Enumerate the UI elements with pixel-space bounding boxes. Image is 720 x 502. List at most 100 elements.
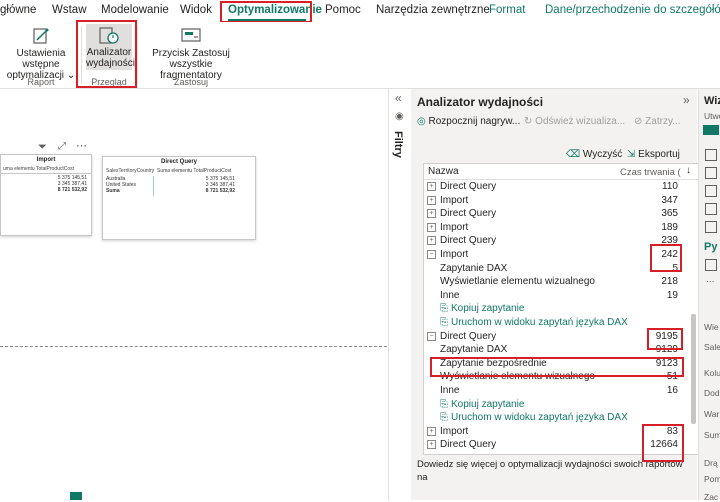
field-chip[interactable]: Sale — [704, 342, 720, 352]
duration-value: 12664 — [650, 439, 678, 451]
table-icon[interactable] — [705, 203, 717, 215]
list-item[interactable]: − Import 242 — [424, 248, 684, 262]
drillthrough-option[interactable]: Zac — [704, 492, 718, 502]
direct-query-table-visual[interactable]: Direct Query SalesTerritoryCountry Suma … — [102, 156, 256, 240]
build-visual-label: Utwó — [704, 111, 720, 121]
tab-help[interactable]: Pomoc — [325, 4, 361, 16]
eye-icon[interactable]: ◉ — [395, 111, 404, 122]
duration-value: 110 — [662, 181, 678, 192]
expand-icon[interactable]: + — [427, 440, 436, 450]
optimization-presets-button[interactable]: Ustawienia wstępne optymalizacji ⌄ — [2, 26, 80, 81]
list-item[interactable]: Zapytanie bezpośrednie 9123 — [424, 357, 684, 371]
table-total-label: Suma — [106, 188, 120, 194]
duration-value: 83 — [666, 425, 678, 437]
list-item[interactable]: ⎘ Kopiuj zapytanie — [424, 398, 684, 412]
collapse-icon[interactable]: − — [427, 250, 436, 259]
ribbon-tabs: główne Wstaw Modelowanie Widok Optymaliz… — [0, 0, 720, 22]
visual-icon[interactable] — [705, 259, 717, 271]
apply-all-slicers-button[interactable]: Przycisk Zastosuj wszystkie fragmentator… — [140, 26, 242, 81]
list-item[interactable]: Inne 16 — [424, 384, 684, 398]
action-link[interactable]: Kopiuj zapytanie — [451, 303, 524, 314]
python-visual-icon[interactable]: Py — [704, 241, 717, 253]
list-item[interactable]: + Direct Query 12664 — [424, 438, 684, 452]
area-chart-icon[interactable] — [705, 185, 717, 197]
filters-label[interactable]: Filtry — [392, 131, 404, 158]
collapse-icon[interactable]: − — [427, 331, 436, 341]
expand-icon[interactable]: + — [427, 236, 436, 246]
list-item[interactable]: Inne 19 — [424, 289, 684, 303]
header-divider — [1, 173, 91, 174]
copy-icon: ⎘ — [440, 412, 448, 424]
performance-analyzer-button[interactable]: Analizator wydajności — [86, 24, 135, 70]
filter-icon[interactable]: ⏷ — [38, 141, 47, 154]
list-item[interactable]: Wyświetlanie elementu wizualnego 51 — [424, 370, 684, 384]
collapse-chevron-icon[interactable]: » — [683, 93, 690, 107]
list-item[interactable]: Zapytanie DAX 5 — [424, 262, 684, 276]
list-item[interactable]: + Import 347 — [424, 194, 684, 208]
refresh-visuals-button[interactable]: ↻ Odśwież wizualiza... — [524, 116, 625, 127]
sum-field-chip[interactable]: Sum — [704, 430, 720, 440]
list-item[interactable]: ⎘ Kopiuj zapytanie — [424, 302, 684, 316]
page-tab-indicator[interactable] — [70, 492, 82, 500]
tab-external-tools[interactable]: Narzędzia zewnętrzne — [376, 4, 490, 16]
stop-button[interactable]: ⊘ Zatrzy... — [634, 116, 681, 127]
tab-format[interactable]: Format — [489, 4, 525, 16]
matrix-icon[interactable] — [705, 221, 717, 233]
more-options-icon[interactable]: ⋯ — [76, 139, 87, 152]
expand-icon[interactable]: + — [427, 182, 436, 191]
list-item[interactable]: + Direct Query 110 — [424, 180, 684, 194]
filters-pane-collapsed[interactable]: « ◉ Filtry — [388, 89, 412, 500]
tab-insert[interactable]: Wstaw — [52, 4, 87, 16]
list-item[interactable]: Zapytanie DAX 9129 — [424, 343, 684, 357]
bar-chart-icon[interactable] — [705, 149, 717, 161]
line-chart-icon[interactable] — [705, 167, 717, 179]
list-item[interactable]: Wyświetlanie elementu wizualnego 218 — [424, 275, 684, 289]
ribbon-separator — [137, 26, 138, 84]
viz-pane-title: Wiz — [704, 95, 720, 107]
copy-icon: ⎘ — [440, 303, 448, 315]
tab-home[interactable]: główne — [0, 4, 36, 16]
more-visuals-icon[interactable]: ⋯ — [706, 276, 715, 287]
list-item[interactable]: + Import 189 — [424, 221, 684, 235]
column-header: uma elementu TotalProductCost — [3, 166, 75, 172]
list-item[interactable]: ⎘ Uruchom w widoku zapytań języka DAX — [424, 411, 684, 425]
drillthrough-label: Drą — [704, 458, 718, 468]
scrollbar-thumb[interactable] — [691, 314, 696, 424]
action-link[interactable]: Uruchom w widoku zapytań języka DAX — [451, 412, 628, 423]
list-item[interactable]: + Import 83 — [424, 425, 684, 439]
apply-all-line1: Przycisk Zastosuj wszystkie — [152, 48, 230, 70]
export-button[interactable]: ⇲ Eksportuj — [627, 149, 680, 160]
duration-value: 189 — [661, 221, 678, 233]
focus-mode-icon[interactable]: ⤢ — [58, 141, 66, 152]
column-duration-header[interactable]: Czas trwania ( — [620, 167, 681, 178]
report-canvas[interactable]: ⏷ ⤢ ⋯ Import uma elementu TotalProductCo… — [0, 89, 387, 500]
start-recording-button[interactable]: ◎ Rozpocznij nagryw... — [417, 116, 520, 127]
action-link[interactable]: Kopiuj zapytanie — [451, 399, 524, 410]
active-tab-indicator — [228, 19, 306, 21]
expand-icon[interactable]: + — [427, 209, 436, 219]
expand-icon[interactable]: + — [427, 426, 436, 436]
build-visual-tab[interactable] — [703, 125, 719, 135]
expand-icon[interactable]: + — [427, 195, 436, 205]
drillthrough-option[interactable]: Pom — [704, 474, 720, 484]
tab-modeling[interactable]: Modelowanie — [101, 4, 169, 16]
tab-view[interactable]: Widok — [180, 4, 212, 16]
add-field-label[interactable]: Dod — [704, 388, 720, 398]
action-link[interactable]: Uruchom w widoku zapytań języka DAX — [451, 317, 628, 328]
list-item[interactable]: + Direct Query 239 — [424, 234, 684, 248]
column-name-header[interactable]: Nazwa — [428, 166, 459, 177]
list-header: Nazwa Czas trwania ( ↓ — [424, 164, 698, 180]
expand-chevron-icon[interactable]: « — [395, 91, 402, 105]
expand-icon[interactable]: + — [427, 222, 436, 232]
results-list[interactable]: Nazwa Czas trwania ( ↓ + Direct Query 110 +… — [423, 163, 699, 455]
clear-button[interactable]: ⌫ Wyczyść — [566, 149, 622, 160]
row-label: Import — [440, 425, 469, 437]
row-label: Import — [440, 249, 469, 260]
sort-arrow-icon[interactable]: ↓ — [686, 165, 691, 176]
tab-optimize[interactable]: Optymalizowanie — [228, 4, 322, 16]
list-item[interactable]: + Direct Query 365 — [424, 207, 684, 221]
list-item[interactable]: ⎘ Uruchom w widoku zapytań języka DAX — [424, 316, 684, 330]
tab-data-drill[interactable]: Dane/przechodzenie do szczegółów — [545, 4, 720, 16]
list-item[interactable]: − Direct Query 9195 — [424, 330, 684, 344]
import-table-visual[interactable]: Import uma elementu TotalProductCost 5 3… — [0, 154, 92, 236]
